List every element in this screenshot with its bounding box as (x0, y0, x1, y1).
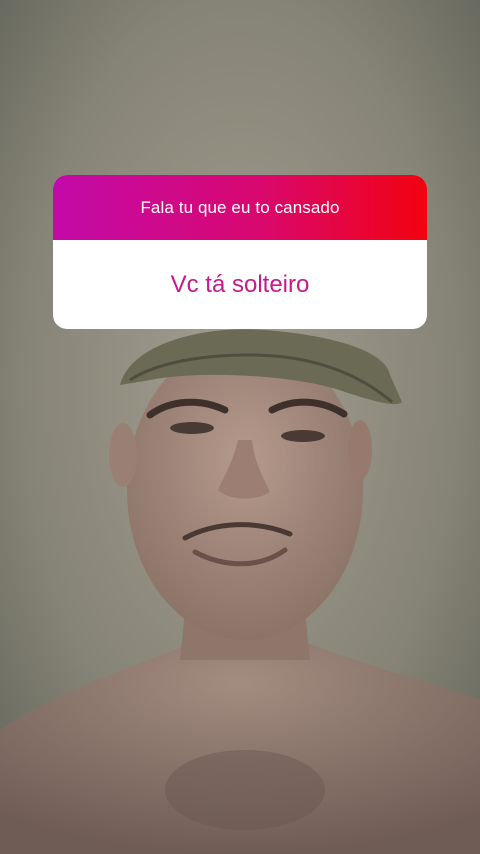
question-prompt: Fala tu que eu to cansado (140, 197, 340, 217)
left-eye-shape (170, 422, 214, 434)
question-sticker-header: Fala tu que eu to cansado (53, 175, 427, 240)
chest-shading (165, 750, 325, 830)
right-eye-shape (281, 430, 325, 442)
story-view: Fala tu que eu to cansado Vc tá solteiro (0, 0, 480, 854)
question-answer: Vc tá solteiro (170, 270, 310, 298)
background-photo (0, 0, 480, 854)
question-sticker-answer-area: Vc tá solteiro (53, 240, 427, 329)
left-ear-shape (109, 423, 137, 487)
right-ear-shape (348, 420, 372, 480)
question-sticker[interactable]: Fala tu que eu to cansado Vc tá solteiro (53, 175, 427, 329)
